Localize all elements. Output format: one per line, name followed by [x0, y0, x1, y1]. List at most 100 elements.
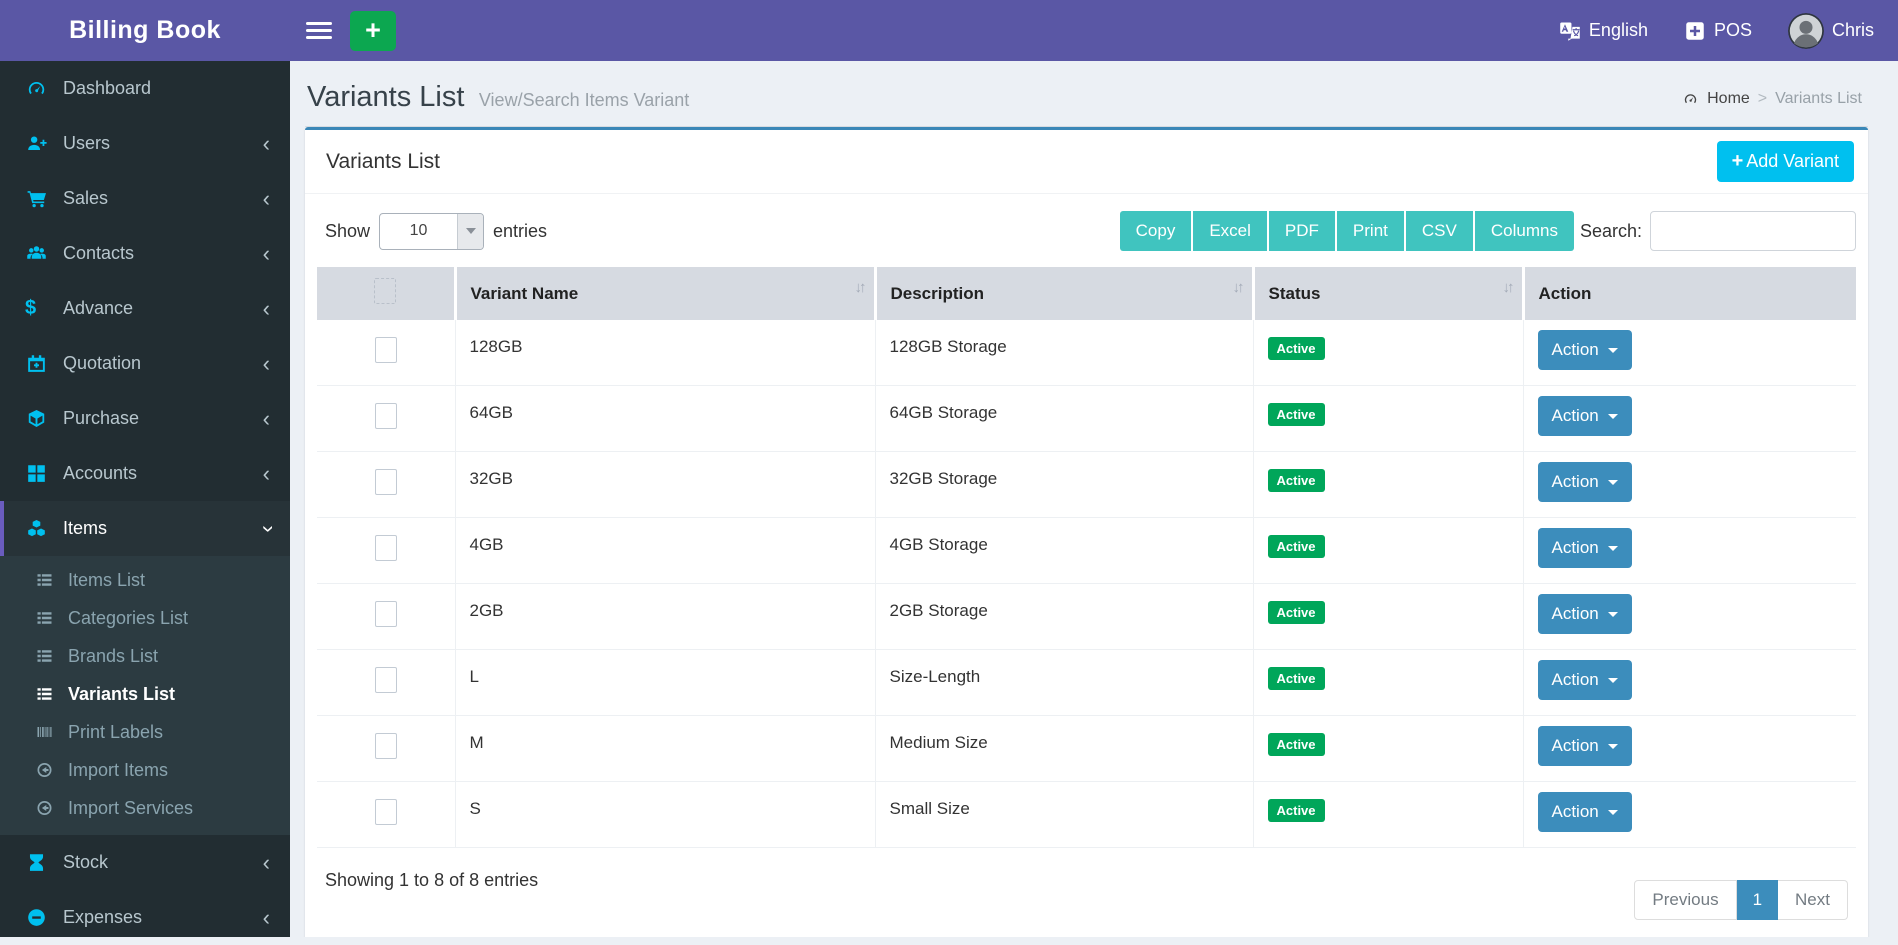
plus-icon: +: [1731, 150, 1744, 172]
variant-name-cell: M: [454, 715, 875, 782]
page-title: Variants List: [307, 81, 465, 113]
row-checkbox[interactable]: [374, 601, 397, 627]
status-cell: Active: [1252, 385, 1523, 452]
sidebar-subitem-import-services[interactable]: Import Services: [0, 789, 290, 827]
export-copy-button[interactable]: Copy: [1119, 211, 1192, 251]
row-checkbox-cell: [317, 385, 455, 452]
previous-page-button[interactable]: Previous: [1634, 880, 1737, 920]
hamburger-menu-icon[interactable]: [306, 22, 332, 39]
list-icon: [34, 648, 55, 664]
list-icon: [34, 572, 55, 588]
sidebar-item-label: Sales: [63, 188, 109, 208]
sidebar-item-items[interactable]: Items ‹: [0, 501, 290, 556]
row-checkbox[interactable]: [374, 535, 397, 561]
breadcrumb-current: Variants List: [1775, 90, 1862, 107]
action-dropdown-button[interactable]: Action: [1537, 792, 1632, 832]
row-checkbox-cell: [317, 320, 455, 386]
add-variant-button[interactable]: + Add Variant: [1716, 141, 1854, 182]
sidebar-item-stock[interactable]: Stock ‹: [0, 835, 290, 890]
plus-icon: +: [365, 15, 381, 45]
sidebar-item-label: Advance: [63, 298, 134, 318]
avatar: [1787, 12, 1824, 49]
sidebar-item-sales[interactable]: Sales ‹: [0, 171, 290, 226]
action-dropdown-button[interactable]: Action: [1537, 528, 1632, 568]
sidebar-item-quotation[interactable]: Quotation ‹: [0, 336, 290, 391]
sidebar-item-accounts[interactable]: Accounts ‹: [0, 446, 290, 501]
quick-add-button[interactable]: +: [350, 10, 396, 51]
export-pdf-button[interactable]: PDF: [1266, 211, 1335, 251]
sidebar-item-label: Contacts: [63, 243, 135, 263]
sort-icon: ↓↑: [1232, 279, 1245, 296]
action-dropdown-button[interactable]: Action: [1537, 726, 1632, 766]
row-checkbox-cell: [317, 583, 455, 650]
row-checkbox[interactable]: [374, 799, 397, 825]
action-cell: Action: [1522, 451, 1856, 518]
sidebar-item-users[interactable]: Users ‹: [0, 116, 290, 171]
entries-info: Showing 1 to 8 of 8 entries: [325, 870, 539, 890]
variant-name-cell: S: [454, 781, 875, 848]
sidebar-subitem-label: Brands List: [68, 645, 159, 666]
sidebar-subitem-label: Items List: [68, 569, 146, 590]
export-csv-button[interactable]: CSV: [1403, 211, 1473, 251]
user-menu[interactable]: Chris: [1787, 12, 1874, 49]
page-1-button[interactable]: 1: [1736, 880, 1779, 920]
page-length-control: Show 10 entries: [317, 212, 547, 250]
table-head: Variant Name ↓↑ Description ↓↑ Status ↓↑ Actio…: [317, 267, 1856, 320]
page-subtitle: View/Search Items Variant: [478, 90, 690, 110]
page-size-select[interactable]: 10: [379, 212, 485, 250]
action-dropdown-button[interactable]: Action: [1537, 396, 1632, 436]
sidebar-item-label: Stock: [63, 852, 109, 872]
description-cell: 128GB Storage: [874, 320, 1253, 386]
column-header-status[interactable]: Status ↓↑: [1251, 267, 1523, 320]
sidebar-item-advance[interactable]: $ Advance ‹: [0, 281, 290, 336]
breadcrumb-home-link[interactable]: Home: [1707, 90, 1750, 108]
row-checkbox[interactable]: [374, 667, 397, 693]
sidebar-subitem-import-items[interactable]: Import Items: [0, 751, 290, 789]
action-dropdown-button[interactable]: Action: [1537, 594, 1632, 634]
app-logo[interactable]: Billing Book: [0, 0, 290, 61]
table-row: 32GB 32GB Storage Active Action: [317, 451, 1856, 518]
row-checkbox[interactable]: [374, 337, 397, 363]
import-icon: [34, 762, 55, 778]
sidebar-subitem-brands-list[interactable]: Brands List: [0, 637, 290, 675]
panel-header: Variants List + Add Variant: [305, 130, 1868, 194]
status-badge: Active: [1267, 469, 1325, 492]
sidebar-subitem-print-labels[interactable]: Print Labels: [0, 713, 290, 751]
row-checkbox[interactable]: [374, 469, 397, 495]
action-dropdown-button[interactable]: Action: [1537, 462, 1632, 502]
description-cell: 32GB Storage: [874, 451, 1253, 518]
action-cell: Action: [1522, 583, 1856, 650]
column-header-variant-name[interactable]: Variant Name ↓↑: [453, 267, 875, 320]
sidebar-item-purchase[interactable]: Purchase ‹: [0, 391, 290, 446]
calendar-plus-icon: [25, 354, 48, 373]
pos-button[interactable]: POS: [1684, 20, 1752, 41]
export-print-button[interactable]: Print: [1334, 211, 1404, 251]
sidebar-item-contacts[interactable]: Contacts ‹: [0, 226, 290, 281]
variant-name-cell: 64GB: [454, 385, 875, 452]
pagination: Previous 1 Next: [1634, 880, 1848, 920]
export-excel-button[interactable]: Excel: [1191, 211, 1267, 251]
sidebar-subitem-variants-list[interactable]: Variants List: [0, 675, 290, 713]
row-checkbox[interactable]: [374, 733, 397, 759]
export-columns-button[interactable]: Columns: [1472, 211, 1574, 251]
sidebar-item-dashboard[interactable]: Dashboard: [0, 61, 290, 116]
action-dropdown-button[interactable]: Action: [1537, 330, 1632, 370]
sidebar-subitem-categories-list[interactable]: Categories List: [0, 599, 290, 637]
search-input[interactable]: [1650, 211, 1856, 251]
column-header-description[interactable]: Description ↓↑: [873, 267, 1253, 320]
sidebar-item-label: Quotation: [63, 353, 142, 373]
select-all-checkbox[interactable]: [374, 278, 397, 304]
language-menu[interactable]: English: [1559, 20, 1648, 41]
status-cell: Active: [1252, 451, 1523, 518]
chevron-left-icon: ‹: [262, 405, 270, 431]
action-dropdown-button[interactable]: Action: [1537, 660, 1632, 700]
chevron-left-icon: ‹: [262, 130, 270, 156]
minus-circle-icon: [25, 908, 48, 927]
variant-name-cell: 32GB: [454, 451, 875, 518]
status-badge: Active: [1267, 667, 1325, 690]
description-cell: 2GB Storage: [874, 583, 1253, 650]
next-page-button[interactable]: Next: [1778, 880, 1848, 920]
row-checkbox[interactable]: [374, 403, 397, 429]
caret-down-icon: [1607, 545, 1618, 551]
sidebar-subitem-items-list[interactable]: Items List: [0, 561, 290, 599]
